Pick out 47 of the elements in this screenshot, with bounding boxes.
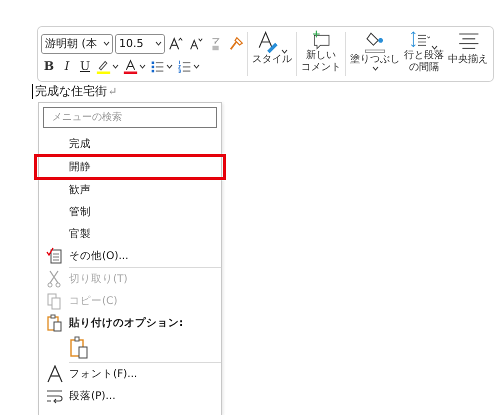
document-text: 完成な住宅街	[35, 84, 107, 99]
grow-font-icon[interactable]	[168, 36, 184, 52]
spacing-button[interactable]: 行と段落 の間隔	[402, 30, 446, 78]
caret-icon[interactable]	[155, 41, 162, 46]
suggestion-item[interactable]: 官製	[39, 223, 221, 245]
underline-button[interactable]: U	[77, 59, 93, 73]
menu-item[interactable]: その他(O)...	[39, 245, 221, 267]
caret-icon[interactable]	[372, 66, 378, 71]
clipboard-icon	[46, 314, 64, 332]
styles-button[interactable]: スタイル	[250, 30, 294, 78]
font-size-dropdown[interactable]: 10.5	[115, 34, 165, 54]
line-spacing-icon	[410, 30, 430, 50]
menu-item[interactable]: 貼り付けのオプション:	[39, 312, 221, 334]
font-name-dropdown[interactable]: 游明朝 (本	[41, 34, 113, 54]
caret-icon[interactable]	[112, 64, 119, 68]
menu-item[interactable]: フォント(F)...	[39, 363, 221, 385]
caret-icon[interactable]	[193, 64, 200, 68]
bullet-list-icon[interactable]	[150, 58, 165, 74]
style-icon	[256, 30, 280, 54]
caret-icon[interactable]	[103, 41, 110, 46]
brush-icon[interactable]	[228, 36, 244, 52]
caret-icon[interactable]	[166, 64, 173, 68]
text-cursor	[32, 84, 33, 99]
paste-option-icon[interactable]	[69, 336, 89, 360]
bold-button[interactable]: B	[41, 59, 57, 73]
center-button[interactable]: 中央揃え	[446, 30, 490, 78]
caret-icon[interactable]	[139, 64, 146, 68]
italic-button[interactable]: I	[59, 59, 75, 73]
caret-icon[interactable]	[431, 45, 438, 50]
suggestion-item[interactable]: 管制	[39, 201, 221, 223]
caret-icon[interactable]	[281, 49, 288, 54]
comment-icon	[311, 30, 331, 50]
suggestion-item[interactable]: 歓声	[39, 179, 221, 201]
menu-item[interactable]: 段落(P)...	[39, 385, 221, 407]
font-color-icon[interactable]	[123, 58, 138, 74]
suggestion-item[interactable]: 開静	[35, 155, 225, 179]
paint-bucket-icon	[363, 30, 387, 54]
shrink-font-icon[interactable]	[188, 36, 204, 52]
menu-search-field[interactable]: メニューの検索	[43, 107, 217, 128]
suggestion-item[interactable]: 完成	[39, 133, 221, 155]
numbered-list-icon[interactable]	[177, 58, 192, 74]
shading-button[interactable]: 塗りつぶし	[348, 30, 402, 78]
letter-a-icon	[46, 365, 64, 383]
highlighter-icon[interactable]	[96, 58, 111, 74]
new-comment-button[interactable]: 新しい コメント	[299, 30, 343, 78]
paragraph-mark: ↵	[108, 84, 118, 99]
spelling-check-icon	[46, 247, 64, 265]
